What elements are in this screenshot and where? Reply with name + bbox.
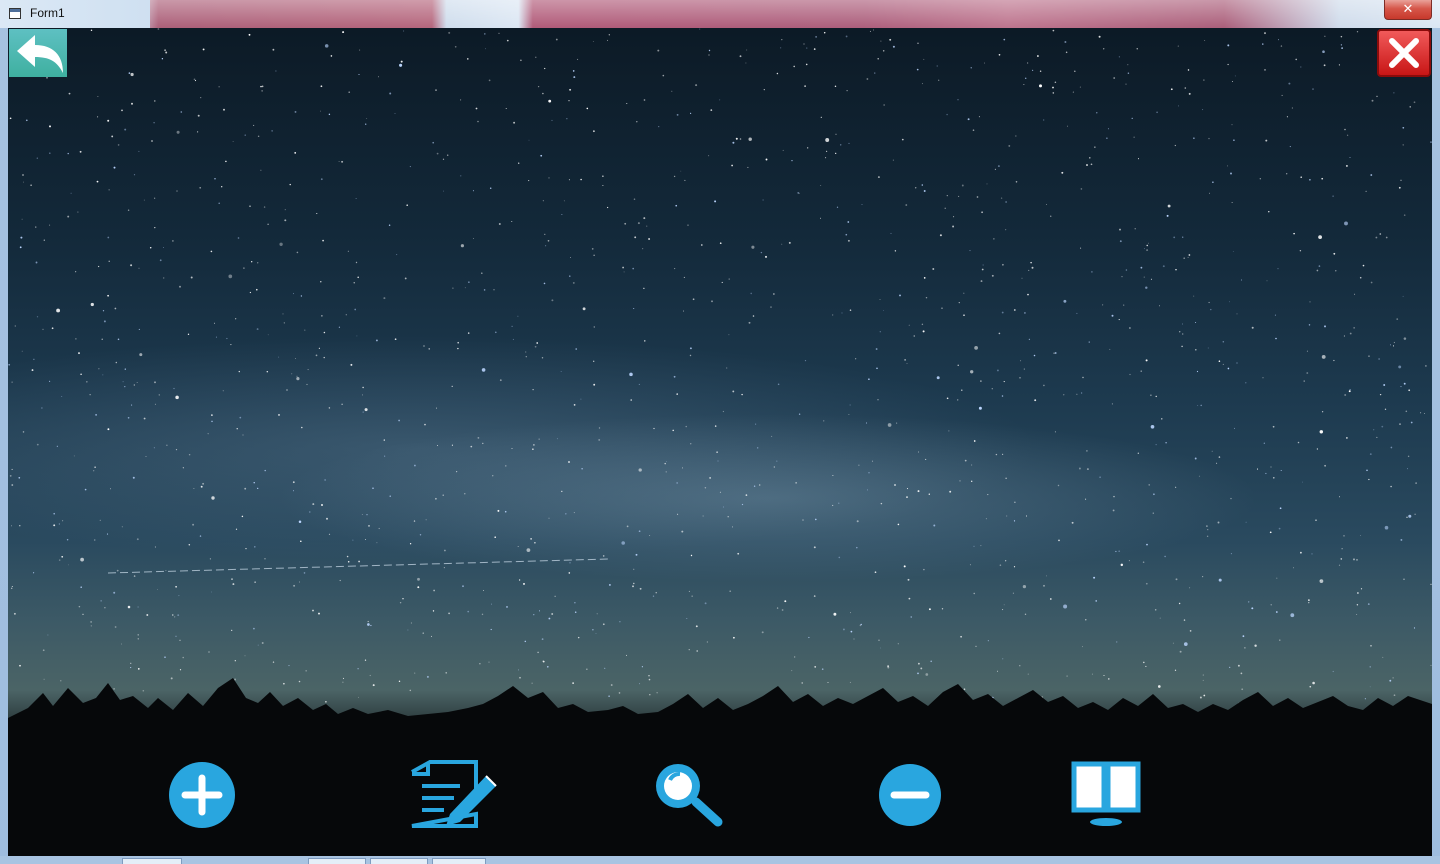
edit-document-icon: [411, 760, 497, 828]
open-book-icon: [1071, 761, 1141, 826]
book-button[interactable]: [1056, 760, 1156, 830]
main-panel: [8, 28, 1432, 856]
taskbar-tab[interactable]: [308, 858, 366, 864]
taskbar-tab[interactable]: [432, 858, 486, 864]
plus-circle-icon: [169, 762, 235, 828]
window-title: Form1: [30, 6, 65, 20]
minus-circle-icon: [879, 764, 941, 826]
taskbar-tab[interactable]: [122, 858, 182, 864]
taskbar-tab[interactable]: [370, 858, 428, 864]
window-icon: [9, 8, 21, 19]
remove-button[interactable]: [860, 760, 960, 830]
add-button[interactable]: [152, 760, 252, 830]
app-window: Form1 ✕: [0, 0, 1440, 864]
close-button[interactable]: [1377, 29, 1431, 77]
edit-button[interactable]: [402, 760, 502, 830]
magnifier-icon: [656, 764, 723, 827]
window-close-button[interactable]: ✕: [1384, 0, 1432, 20]
close-x-icon: [1389, 38, 1419, 68]
back-arrow-icon: [17, 35, 63, 73]
starry-sky-background: [8, 28, 1432, 708]
back-button[interactable]: [9, 29, 67, 77]
search-button[interactable]: [636, 760, 736, 830]
